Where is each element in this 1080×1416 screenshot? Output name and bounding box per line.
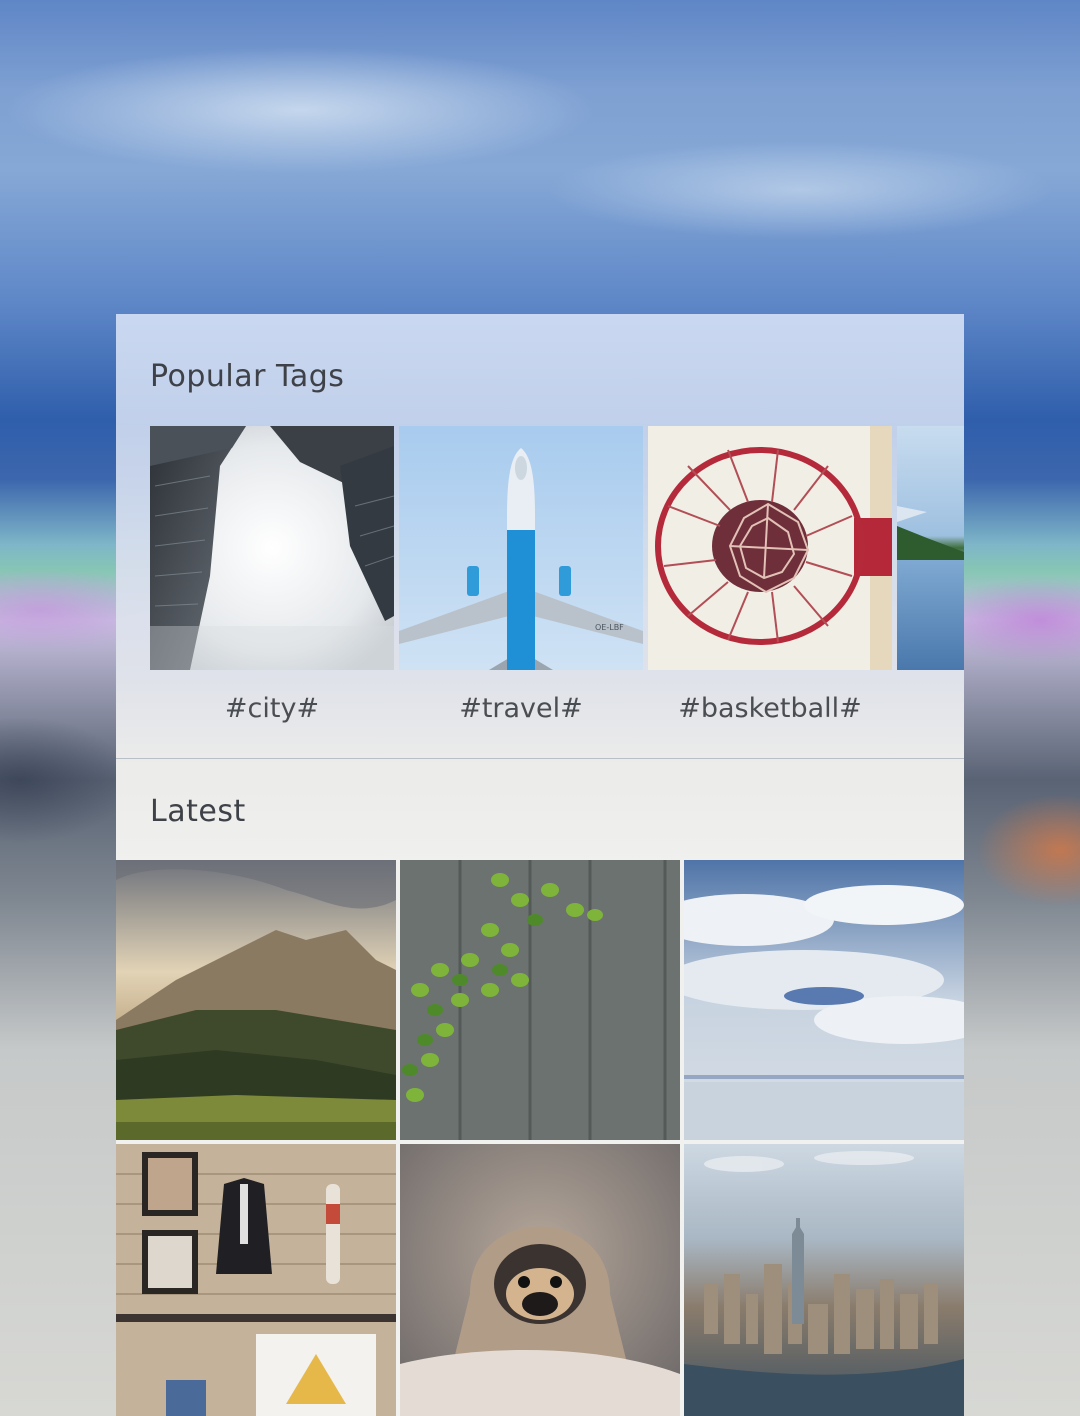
- section-divider: [116, 758, 964, 759]
- latest-title: Latest: [150, 794, 246, 829]
- latest-photo-3[interactable]: [684, 860, 964, 1140]
- latest-photo-2[interactable]: [400, 860, 680, 1140]
- lake-landscape-photo: [897, 426, 964, 670]
- tag-label-city[interactable]: #city#: [150, 695, 394, 722]
- tag-card-travel[interactable]: OE-LBF: [399, 426, 643, 670]
- skyscrapers-in-fog-photo: [150, 426, 394, 670]
- tag-card-partial[interactable]: [897, 426, 964, 670]
- tag-card-basketball[interactable]: [648, 426, 892, 670]
- popular-tags-title: Popular Tags: [150, 359, 345, 394]
- latest-photo-4[interactable]: [116, 1144, 396, 1416]
- ivy-on-wood-photo: [400, 860, 680, 1140]
- mountain-landscape-photo: [116, 860, 396, 1140]
- latest-photo-6[interactable]: [684, 1144, 964, 1416]
- clouds-sky-photo: [684, 860, 964, 1140]
- svg-text:OE-LBF: OE-LBF: [595, 623, 624, 632]
- app-screen: Popular Tags OE-LBF #city# #travel# #bas…: [0, 0, 1080, 1416]
- tag-label-basketball[interactable]: #basketball#: [648, 695, 892, 722]
- tag-label-travel[interactable]: #travel#: [399, 695, 643, 722]
- clothing-store-interior-photo: [116, 1144, 396, 1416]
- basketball-hoop-photo: [648, 426, 892, 670]
- content-panel: Popular Tags OE-LBF #city# #travel# #bas…: [116, 314, 964, 1416]
- latest-photo-1[interactable]: [116, 860, 396, 1140]
- latest-photo-5[interactable]: [400, 1144, 680, 1416]
- pug-in-blanket-photo: [400, 1144, 680, 1416]
- airplane-from-below-photo: OE-LBF: [399, 426, 643, 670]
- tag-card-city[interactable]: [150, 426, 394, 670]
- city-aerial-view-photo: [684, 1144, 964, 1416]
